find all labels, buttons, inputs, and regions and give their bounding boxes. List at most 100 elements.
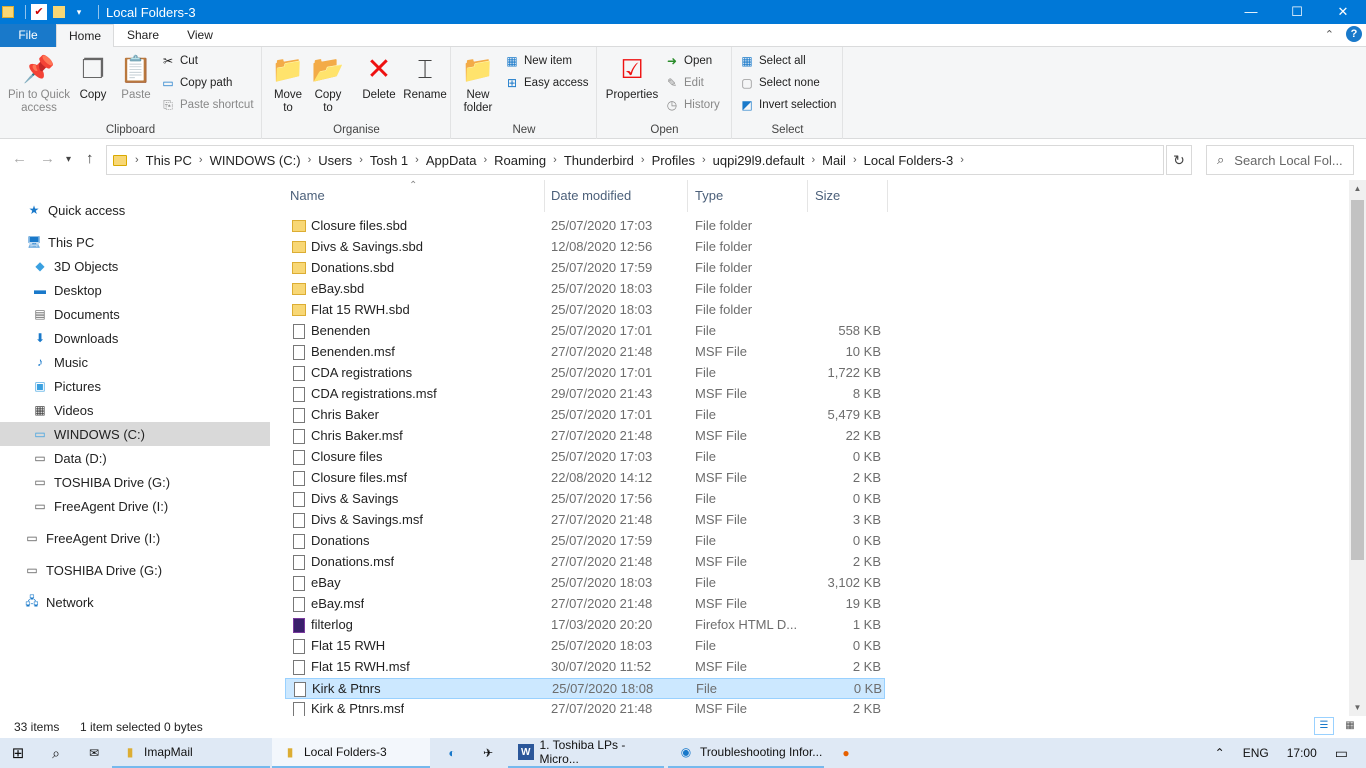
nav-item-desktop[interactable]: ▬ Desktop [0, 278, 270, 302]
properties-button[interactable]: ☑ Properties [604, 53, 660, 102]
easy-access-button[interactable]: ⊞ Easy access [504, 73, 589, 93]
nav-item-videos[interactable]: ▦ Videos [0, 398, 270, 422]
refresh-button[interactable]: ↻ [1166, 145, 1192, 175]
customize-toolbar-icon[interactable]: ▾ [71, 4, 87, 20]
table-row[interactable]: Chris Baker 25/07/2020 17:01 File 5,479 KB [285, 405, 885, 426]
copy-button[interactable]: ❐ Copy [76, 53, 110, 102]
column-header-type[interactable]: Type [690, 180, 808, 212]
language-indicator[interactable]: ENG [1243, 746, 1269, 760]
table-row[interactable]: filterlog 17/03/2020 20:20 Firefox HTML D.… [285, 615, 885, 636]
table-row[interactable]: Flat 15 RWH 25/07/2020 18:03 File 0 KB [285, 636, 885, 657]
help-icon[interactable]: ? [1346, 26, 1362, 42]
vertical-scrollbar[interactable]: ▲ ▼ [1349, 180, 1366, 716]
chevron-right-icon[interactable]: › [199, 154, 203, 166]
up-arrow-icon[interactable]: ↑ [86, 150, 94, 167]
chevron-right-icon[interactable]: › [308, 154, 312, 166]
table-row[interactable]: Divs & Savings 25/07/2020 17:56 File 0 KB [285, 489, 885, 510]
table-row[interactable]: CDA registrations.msf 29/07/2020 21:43 MSF… [285, 384, 885, 405]
breadcrumb-item[interactable]: Users [318, 153, 352, 168]
nav-item-freeagent-drive[interactable]: ▭ FreeAgent Drive (I:) [0, 526, 270, 550]
notifications-icon[interactable]: ▭ [1335, 745, 1348, 762]
taskbar-troubleshooting[interactable]: ◉ Troubleshooting Infor... [668, 738, 824, 768]
table-row[interactable]: Benenden 25/07/2020 17:01 File 558 KB [285, 321, 885, 342]
breadcrumb-item[interactable]: Roaming [494, 153, 546, 168]
taskbar-app-edge[interactable]: ◐ [434, 738, 468, 768]
nav-item-network[interactable]: 🖧 Network [0, 590, 270, 614]
breadcrumb-item[interactable]: uqpi29l9.default [713, 153, 805, 168]
start-button[interactable]: ⊞ [0, 738, 36, 768]
table-row[interactable]: eBay 25/07/2020 18:03 File 3,102 KB [285, 573, 885, 594]
column-header-size[interactable]: Size [810, 180, 888, 212]
breadcrumb-item[interactable]: Thunderbird [564, 153, 634, 168]
new-item-button[interactable]: ▦ New item [504, 51, 572, 71]
breadcrumb-item[interactable]: This PC [146, 153, 192, 168]
chevron-right-icon[interactable]: › [702, 154, 706, 166]
breadcrumb-item[interactable]: AppData [426, 153, 477, 168]
rename-button[interactable]: ⌶ Rename [403, 53, 447, 102]
nav-item-toshiba-g[interactable]: ▭ TOSHIBA Drive (G:) [0, 470, 270, 494]
nav-item-music[interactable]: ♪ Music [0, 350, 270, 374]
nav-item-quick-access[interactable]: ★ Quick access [0, 198, 270, 222]
cut-button[interactable]: ✂ Cut [160, 51, 198, 71]
copy-to-button[interactable]: 📂 Copy to [311, 53, 345, 115]
maximize-button[interactable]: ☐ [1274, 0, 1320, 24]
taskbar-local-folders[interactable]: ▮ Local Folders-3 [272, 738, 430, 768]
chevron-right-icon[interactable]: › [135, 154, 139, 166]
pin-quick-access-button[interactable]: 📌 Pin to Quick access [6, 53, 72, 115]
table-row[interactable]: Closure files.sbd 25/07/2020 17:03 File fo… [285, 216, 885, 237]
table-row[interactable]: Divs & Savings.msf 27/07/2020 21:48 MSF Fi… [285, 510, 885, 531]
search-button[interactable]: ⌕ [38, 738, 74, 768]
taskbar-app-firefox[interactable]: ● [828, 738, 862, 768]
table-row[interactable]: Divs & Savings.sbd 12/08/2020 12:56 File f… [285, 237, 885, 258]
chevron-right-icon[interactable]: › [415, 154, 419, 166]
nav-item-downloads[interactable]: ⬇ Downloads [0, 326, 270, 350]
table-row[interactable]: Flat 15 RWH.msf 30/07/2020 11:52 MSF File 2… [285, 657, 885, 678]
history-button[interactable]: ◷ History [664, 95, 720, 115]
tab-view[interactable]: View [172, 24, 228, 47]
nav-item-toshiba-drive[interactable]: ▭ TOSHIBA Drive (G:) [0, 558, 270, 582]
nav-item-this-pc[interactable]: 🖥 This PC [0, 230, 270, 254]
paste-shortcut-button[interactable]: ⎘ Paste shortcut [160, 95, 253, 115]
address-bar[interactable]: › This PC › WINDOWS (C:) › Users › Tosh … [106, 145, 1164, 175]
table-row[interactable]: Closure files.msf 22/08/2020 14:12 MSF Fil… [285, 468, 885, 489]
forward-arrow-icon[interactable]: → [40, 150, 55, 167]
table-row[interactable]: eBay.msf 27/07/2020 21:48 MSF File 19 KB [285, 594, 885, 615]
invert-selection-button[interactable]: ◩ Invert selection [739, 95, 836, 115]
collapse-ribbon-icon[interactable]: ⌃ [1325, 28, 1334, 41]
column-header-name[interactable]: ⌃ Name [285, 180, 545, 212]
table-row[interactable]: eBay.sbd 25/07/2020 18:03 File folder [285, 279, 885, 300]
chevron-right-icon[interactable]: › [811, 154, 815, 166]
table-row[interactable]: CDA registrations 25/07/2020 17:01 File 1,7… [285, 363, 885, 384]
table-row[interactable]: Donations.sbd 25/07/2020 17:59 File folder [285, 258, 885, 279]
nav-item-windows-c[interactable]: ▭ WINDOWS (C:) [0, 422, 270, 446]
move-to-button[interactable]: 📁 Move to [271, 53, 305, 115]
nav-item-pictures[interactable]: ▣ Pictures [0, 374, 270, 398]
taskbar-word[interactable]: W 1. Toshiba LPs - Micro... [508, 738, 664, 768]
table-row[interactable]: Donations.msf 27/07/2020 21:48 MSF File 2 K… [285, 552, 885, 573]
paste-button[interactable]: 📋 Paste [118, 53, 154, 102]
tab-file[interactable]: File [0, 24, 56, 47]
recent-locations-icon[interactable]: ▾ [66, 154, 71, 165]
column-header-date[interactable]: Date modified [546, 180, 688, 212]
search-input[interactable]: ⌕ Search Local Fol... [1206, 145, 1354, 175]
breadcrumb-item[interactable]: Local Folders-3 [864, 153, 954, 168]
scrollbar-thumb[interactable] [1351, 200, 1364, 560]
delete-button[interactable]: ✕ Delete [359, 53, 399, 102]
copy-path-button[interactable]: ▭ Copy path [160, 73, 232, 93]
properties-icon[interactable]: ✔ [31, 4, 47, 20]
chevron-right-icon[interactable]: › [960, 154, 964, 166]
select-all-button[interactable]: ▦ Select all [739, 51, 805, 71]
show-hidden-icons-icon[interactable]: ⌃ [1215, 746, 1225, 760]
chevron-right-icon[interactable]: › [641, 154, 645, 166]
table-row[interactable]: Kirk & Ptnrs 25/07/2020 18:08 File 0 KB [285, 678, 885, 699]
details-view-icon[interactable]: ☰ [1314, 717, 1334, 735]
table-row[interactable]: Kirk & Ptnrs.msf 27/07/2020 21:48 MSF File… [285, 699, 885, 716]
tab-share[interactable]: Share [114, 24, 172, 47]
breadcrumb-item[interactable]: Profiles [652, 153, 695, 168]
table-row[interactable]: Benenden.msf 27/07/2020 21:48 MSF File 10 K… [285, 342, 885, 363]
chevron-right-icon[interactable]: › [553, 154, 557, 166]
chevron-right-icon[interactable]: › [853, 154, 857, 166]
breadcrumb-item[interactable]: WINDOWS (C:) [210, 153, 301, 168]
edit-button[interactable]: ✎ Edit [664, 73, 704, 93]
scroll-up-icon[interactable]: ▲ [1349, 180, 1366, 197]
